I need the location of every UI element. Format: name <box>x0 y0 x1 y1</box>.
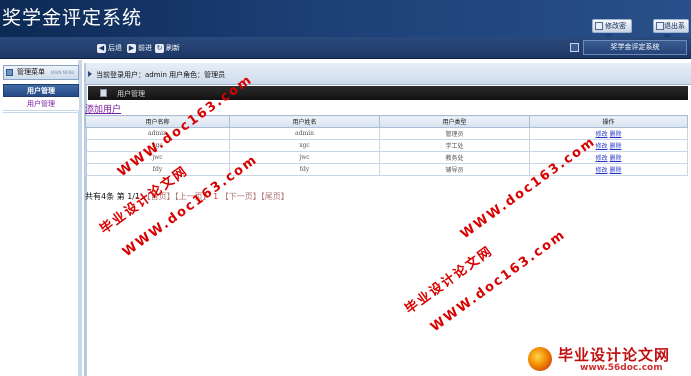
delete-link[interactable]: 删除 <box>610 167 622 174</box>
sidebar-title: 管理菜单 <box>17 68 45 76</box>
edit-link[interactable]: 修改 <box>595 167 607 174</box>
back-label: 后退 <box>108 44 122 52</box>
edit-link[interactable]: 修改 <box>595 155 607 162</box>
pager-last[interactable]: 【尾页】 <box>261 192 289 201</box>
page-icon <box>100 89 107 97</box>
pager-prefix: 共有4条 第 <box>85 192 125 201</box>
watermark-logo: 毕业设计论文网 www.56doc.com <box>528 342 691 376</box>
column-header: 用户姓名 <box>229 115 380 128</box>
watermark-text: 毕业设计论文网 <box>402 243 497 318</box>
delete-link[interactable]: 删除 <box>610 143 622 150</box>
refresh-icon: ↻ <box>155 44 164 53</box>
app-header: 奖学金评定系统 修改密码 退出系统 <box>0 0 691 42</box>
back-button[interactable]: ◀ 后退 <box>97 43 122 54</box>
sidebar-item-user-management[interactable]: 用户管理 <box>3 98 79 111</box>
logo-text: 毕业设计论文网 <box>558 346 671 364</box>
change-password-button[interactable]: 修改密码 <box>592 19 632 42</box>
column-header: 用户类型 <box>379 115 530 128</box>
edit-link[interactable]: 修改 <box>595 131 607 138</box>
column-header: 操作 <box>529 115 688 128</box>
arrow-left-icon: ◀ <box>97 44 106 53</box>
logo-url: www.56doc.com <box>580 363 663 373</box>
cell-type: 管理员 <box>379 127 530 140</box>
cell-type: 学工处 <box>379 139 530 152</box>
cell-type: 辅导员 <box>379 163 530 176</box>
sidebar-header: 管理菜单 MAIN MENU <box>3 65 79 80</box>
system-name-badge: 奖学金评定系统 <box>583 40 687 55</box>
logout-button[interactable]: 退出系统 <box>653 19 689 42</box>
sidebar: 管理菜单 MAIN MENU 用户管理 用户管理 <box>0 60 82 376</box>
cell-name: xgc <box>229 139 380 152</box>
delete-link[interactable]: 删除 <box>610 155 622 162</box>
menu-icon <box>6 69 13 76</box>
triangle-icon <box>88 71 92 77</box>
exit-icon <box>656 22 664 30</box>
app-title: 奖学金评定系统 <box>2 7 143 29</box>
cell-username: fdy <box>85 163 230 176</box>
cell-type: 教务处 <box>379 151 530 164</box>
login-info-text: 当前登录用户：admin 用户角色：管理员 <box>96 71 226 79</box>
cell-name: admin <box>229 127 380 140</box>
forward-label: 前进 <box>138 44 152 52</box>
sidebar-group-user-management[interactable]: 用户管理 <box>3 84 79 97</box>
breadcrumb-label: 用户管理 <box>117 90 145 98</box>
breadcrumb <box>88 86 688 100</box>
arrow-right-icon: ▶ <box>127 44 136 53</box>
refresh-button[interactable]: ↻ 刷新 <box>155 43 180 54</box>
refresh-label: 刷新 <box>166 44 180 52</box>
logo-icon <box>528 347 552 371</box>
sidebar-title-en: MAIN MENU <box>51 70 75 75</box>
login-info: 当前登录用户：admin 用户角色：管理员 <box>88 70 226 80</box>
cell-actions: 修改 删除 <box>529 139 688 152</box>
cell-actions: 修改 删除 <box>529 127 688 140</box>
monitor-icon <box>570 43 579 52</box>
add-user-link[interactable]: 添加用户 <box>85 102 121 115</box>
pager-next[interactable]: 【下一页】 <box>221 192 261 201</box>
navigation-bar: ◀ 后退 ▶ 前进 ↻ 刷新 奖学金评定系统 <box>0 37 691 59</box>
forward-button[interactable]: ▶ 前进 <box>127 43 152 54</box>
key-icon <box>595 22 603 30</box>
delete-link[interactable]: 删除 <box>610 131 622 138</box>
divider <box>3 112 79 113</box>
